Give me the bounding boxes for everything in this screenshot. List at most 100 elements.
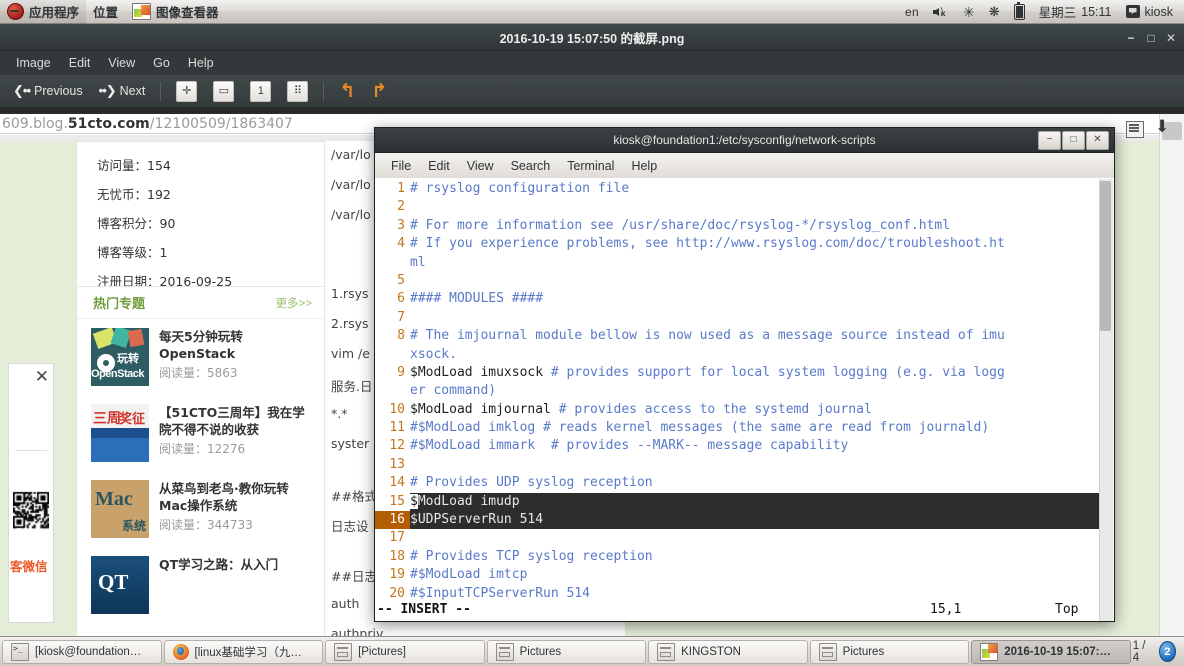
hot-topics-more-link[interactable]: 更多>>: [276, 295, 312, 311]
file-manager-icon: [818, 642, 837, 661]
pictured-gallery-icon[interactable]: [1126, 121, 1144, 138]
places-menu[interactable]: 位置: [86, 0, 125, 24]
mac-thumb: Mac 系统: [91, 480, 149, 538]
terminal-menu-search[interactable]: Search: [503, 156, 559, 176]
terminal-scrollbar[interactable]: [1099, 179, 1113, 621]
stat-visits: 访问量：154: [97, 158, 171, 173]
close-button[interactable]: ✕: [1162, 29, 1180, 47]
image-viewer-icon: [980, 642, 999, 661]
workspace-switcher[interactable]: 1 / 4: [1133, 640, 1151, 664]
taskbar-item-pictures-3[interactable]: Pictures: [809, 639, 970, 664]
zoom-in-button[interactable]: ✛: [169, 78, 204, 105]
menu-edit[interactable]: Edit: [61, 53, 99, 73]
normal-size-button[interactable]: 1: [243, 78, 278, 105]
minimize-button[interactable]: −: [1122, 29, 1140, 47]
best-fit-button[interactable]: ⠿: [280, 78, 315, 105]
image-viewer-titlebar[interactable]: 2016-10-19 15:07:50 的截屏.png − □ ✕: [0, 24, 1184, 51]
taskbar-item-pictures-1[interactable]: [Pictures]: [325, 639, 485, 664]
terminal-menu-view[interactable]: View: [459, 156, 502, 176]
next-label: Next: [119, 84, 146, 98]
vim-line: 1 # rsyslog configuration file: [375, 180, 1101, 198]
rotate-right-button[interactable]: ↱: [364, 79, 394, 104]
menu-go[interactable]: Go: [145, 53, 178, 73]
vim-line: 15 $ModLoad imudp: [375, 492, 1101, 512]
bluetooth-indicator[interactable]: ✳: [956, 0, 982, 24]
article-line: /var/lo: [331, 147, 371, 162]
keyboard-layout-indicator[interactable]: en: [898, 0, 926, 24]
terminal-menu-edit[interactable]: Edit: [420, 156, 458, 176]
vim-line-number: 1: [397, 181, 405, 196]
terminal-minimize-button[interactable]: −: [1038, 131, 1061, 150]
applications-menu-label: 应用程序: [29, 6, 80, 20]
rotate-left-button[interactable]: ↰: [332, 79, 362, 104]
terminal-icon: [11, 642, 29, 661]
qr-code-icon: [13, 464, 49, 556]
taskbar-item-firefox[interactable]: [linux基础学习（九…: [163, 639, 324, 664]
rotate-right-icon: ↱: [371, 80, 388, 102]
vim-line-number: 18: [389, 548, 405, 564]
vim-line-text: ml: [410, 254, 426, 270]
hot-topics-card: 热门专题 更多>> 玩转 OpenStack 每天5分钟玩转 OpenStack …: [76, 286, 325, 638]
terminal-body[interactable]: 1 # rsyslog configuration file 2 3 # For mor…: [374, 178, 1115, 622]
menu-image[interactable]: Image: [8, 53, 59, 73]
list-item[interactable]: 玩转 OpenStack 每天5分钟玩转 OpenStack 阅读量：5863: [77, 319, 324, 395]
terminal-maximize-button[interactable]: □: [1062, 131, 1085, 150]
terminal-menu-file[interactable]: File: [383, 156, 419, 176]
url-suffix: /12100509/1863407: [149, 115, 293, 132]
vim-line-number: 6: [397, 291, 405, 307]
menu-help[interactable]: Help: [180, 53, 222, 73]
list-item[interactable]: QT QT学习之路：从入门: [77, 547, 324, 623]
menu-view[interactable]: View: [100, 53, 143, 73]
toolbar-separator-1: [160, 81, 162, 101]
vim-line-text: $ModLoad imuxsock # provides support for…: [410, 364, 1005, 380]
topic-reads: 阅读量：5863: [159, 366, 238, 380]
taskbar-item-pictures-2[interactable]: Pictures: [486, 639, 647, 664]
vim-line-number: 7: [397, 309, 405, 325]
user-menu-label: kiosk: [1144, 4, 1173, 19]
taskbar-item-kingston[interactable]: KINGSTON: [648, 639, 808, 664]
active-application[interactable]: 图像查看器: [125, 0, 226, 24]
taskbar-item-image-viewer[interactable]: 2016-10-19 15:07:…: [971, 639, 1131, 664]
applications-menu[interactable]: 应用程序: [0, 0, 87, 24]
image-viewer-menubar: Image Edit View Go Help: [0, 51, 1184, 75]
file-manager-icon: [334, 642, 353, 661]
terminal-menu-help[interactable]: Help: [623, 156, 665, 176]
pictured-page-scrollbar[interactable]: [1159, 114, 1184, 638]
close-icon[interactable]: ✕: [35, 368, 49, 385]
wifi-icon: ❋: [988, 4, 1000, 19]
taskbar-item-terminal[interactable]: [kiosk@foundation…: [2, 639, 162, 664]
notification-badge[interactable]: 2: [1158, 641, 1177, 662]
vim-line-text: # If you experience problems, see http:/…: [410, 236, 1005, 252]
next-image-button[interactable]: ••❯ Next: [92, 80, 153, 102]
article-line: 日志设: [331, 519, 369, 534]
vim-line: 8 # The imjournal module bellow is now us…: [375, 327, 1101, 345]
previous-image-button[interactable]: ❮•• Previous: [6, 80, 90, 102]
vim-line: 7: [375, 309, 1101, 327]
topic-title: 从菜鸟到老鸟·教你玩转Mac操作系统: [159, 481, 289, 513]
image-canvas[interactable]: 609.blog. 51cto.com/12100509/1863407 ✕ 客微…: [0, 108, 1184, 638]
terminal-window: kiosk@foundation1:/etc/sysconfig/network…: [374, 127, 1115, 622]
zoom-out-button[interactable]: ▭: [206, 78, 241, 105]
volume-indicator[interactable]: ⟩ x: [926, 0, 956, 24]
vim-line: 17: [375, 529, 1101, 547]
user-menu[interactable]: kiosk: [1119, 0, 1180, 24]
vim-editor[interactable]: 1 # rsyslog configuration file 2 3 # For mor…: [375, 180, 1101, 621]
terminal-titlebar[interactable]: kiosk@foundation1:/etc/sysconfig/network…: [374, 127, 1115, 153]
battery-indicator[interactable]: [1007, 0, 1032, 24]
terminal-scrollbar-thumb[interactable]: [1100, 181, 1111, 331]
bluetooth-icon: ✳: [963, 3, 975, 20]
taskbar-item-label: KINGSTON: [681, 645, 741, 658]
clock[interactable]: 星期三 15:11: [1032, 0, 1119, 24]
terminal-menubar: File Edit View Search Terminal Help: [374, 153, 1115, 178]
vim-line: 10 $ModLoad imjournal # provides access t…: [375, 401, 1101, 419]
scroll-down-icon[interactable]: ⬇: [1155, 118, 1169, 135]
terminal-close-button[interactable]: ✕: [1086, 131, 1109, 150]
article-line: 2.rsys: [331, 316, 369, 331]
network-indicator[interactable]: ❋: [982, 0, 1007, 24]
terminal-menu-terminal[interactable]: Terminal: [559, 156, 622, 176]
vim-line-text: xsock.: [410, 346, 457, 362]
vim-line-text: # Provides UDP syslog reception: [410, 475, 653, 491]
maximize-button[interactable]: □: [1142, 29, 1160, 47]
list-item[interactable]: 三周奖征文 【51CTO三周年】我在学院不得不说的收获 阅读量：12276: [77, 395, 324, 471]
list-item[interactable]: Mac 系统 从菜鸟到老鸟·教你玩转Mac操作系统 阅读量：344733: [77, 471, 324, 547]
